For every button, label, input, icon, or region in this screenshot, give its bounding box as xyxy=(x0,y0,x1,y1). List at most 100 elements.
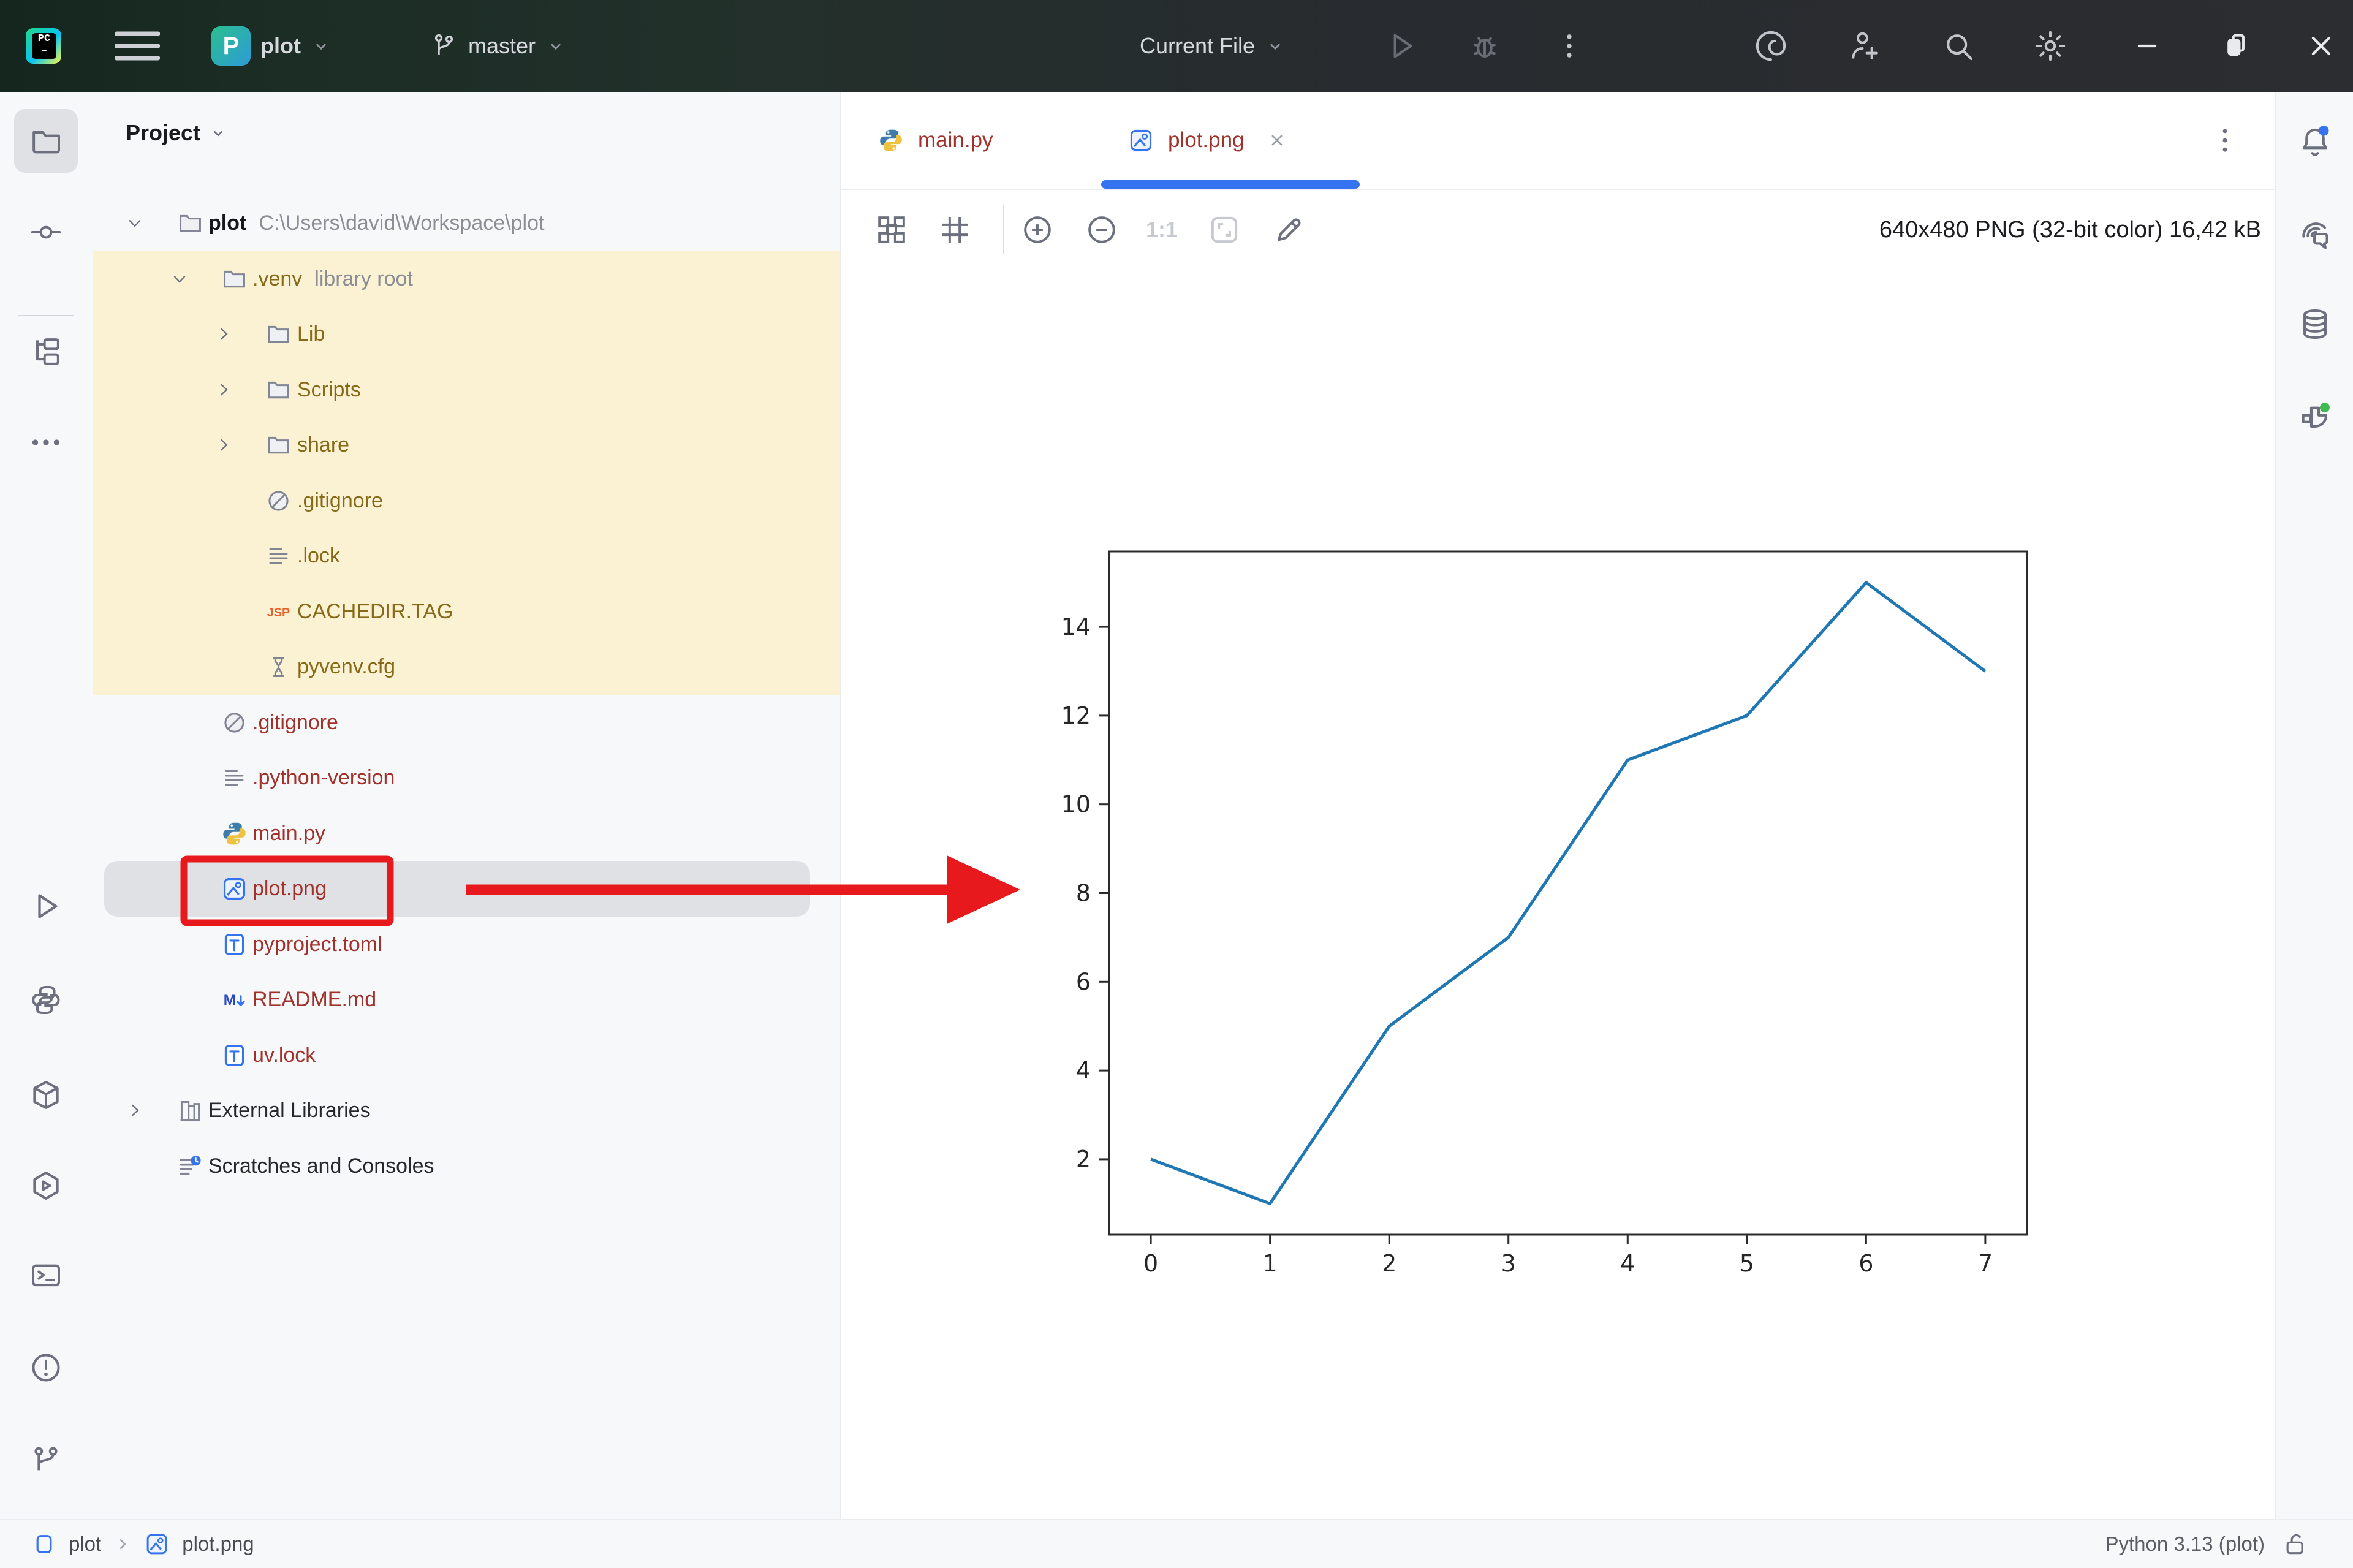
tree-item-cachedir-tag[interactable]: JSPCACHEDIR.TAG xyxy=(92,584,840,640)
tree-item-scripts[interactable]: Scripts xyxy=(92,362,840,418)
image-file-icon xyxy=(1127,127,1154,154)
plot-frame xyxy=(1109,551,2027,1235)
tool-stripe-python-console-button[interactable] xyxy=(14,968,78,1032)
tool-stripe-plugins-button[interactable] xyxy=(2283,384,2347,448)
python-file-icon xyxy=(877,127,904,154)
window-minimize-button[interactable] xyxy=(2131,0,2163,92)
window-restore-button[interactable] xyxy=(2219,0,2251,92)
main-menu-button[interactable] xyxy=(115,0,160,92)
tool-stripe-commit-button[interactable] xyxy=(14,200,78,264)
tree-item--python-version[interactable]: .python-version xyxy=(92,750,840,806)
tool-stripe-services-button[interactable] xyxy=(14,1154,78,1218)
tree-item-label: .venvlibrary root xyxy=(252,251,413,307)
python-console-icon xyxy=(29,983,63,1017)
image-info-label: 640x480 PNG (32-bit color) 16,42 kB xyxy=(1287,213,2261,247)
python-packages-icon xyxy=(29,1078,63,1112)
breadcrumb-item-file[interactable]: plot.png xyxy=(182,1532,254,1556)
vcs-widget[interactable]: master xyxy=(429,0,566,92)
project-panel-header[interactable]: Project xyxy=(126,120,227,146)
tree-item--gitignore[interactable]: .gitignore xyxy=(92,695,840,751)
window-close-button[interactable] xyxy=(2305,0,2337,92)
breadcrumb-item-project[interactable]: plot xyxy=(69,1532,101,1556)
folder-icon xyxy=(265,376,292,404)
ai-assistant-button[interactable] xyxy=(1754,0,1788,92)
tree-item--lock[interactable]: .lock xyxy=(92,528,840,584)
tree-item-label: Scratches and Consoles xyxy=(208,1138,434,1194)
project-panel-title: Project xyxy=(126,120,200,146)
tool-stripe-python-packages-button[interactable] xyxy=(14,1063,78,1127)
folder-icon xyxy=(265,431,292,459)
pycharm-logo: PC– xyxy=(26,0,61,92)
tool-stripe-terminal-button[interactable] xyxy=(14,1244,78,1308)
tree-item-label: CACHEDIR.TAG xyxy=(297,584,453,640)
breadcrumb-chevron-icon xyxy=(113,1535,132,1553)
python-file-icon xyxy=(877,127,904,154)
zoom-in-button[interactable] xyxy=(1020,213,1055,247)
run-button[interactable] xyxy=(1384,0,1418,92)
tool-stripe-more-button[interactable] xyxy=(14,411,78,474)
zoom-out-button[interactable] xyxy=(1085,213,1119,247)
chevron-down-icon xyxy=(126,214,144,232)
tab-bar-border xyxy=(841,189,2275,190)
tree-item-lib[interactable]: Lib xyxy=(92,306,840,362)
chevron-right-icon xyxy=(214,381,233,399)
left-tool-stripe xyxy=(0,92,92,1519)
editor-options-button[interactable] xyxy=(2209,92,2241,189)
fit-to-window-button[interactable] xyxy=(1207,213,1241,247)
tree-item-pyvenv-cfg[interactable]: pyvenv.cfg xyxy=(92,639,840,695)
show-transparency-grid-button[interactable] xyxy=(874,213,909,247)
image-file-icon xyxy=(144,1531,170,1557)
tool-stripe-structure-button[interactable] xyxy=(14,320,78,384)
settings-button[interactable] xyxy=(2033,0,2067,92)
close-tab-icon[interactable] xyxy=(1267,130,1287,151)
textfile-icon xyxy=(265,542,292,570)
tree-item-label: .python-version xyxy=(252,750,395,806)
jsp-icon: JSP xyxy=(265,598,292,626)
tool-stripe-ai-assistant-button[interactable] xyxy=(2283,202,2347,266)
tab-label: main.py xyxy=(918,128,993,153)
code-with-me-button[interactable] xyxy=(1847,0,1882,92)
tree-item-scratches-and-consoles[interactable]: Scratches and Consoles xyxy=(92,1138,840,1194)
tab-main-py[interactable]: main.py xyxy=(877,92,993,189)
svg-text:7: 7 xyxy=(1978,1250,1993,1277)
actual-size-button[interactable]: 1:1 xyxy=(1137,213,1186,247)
tool-stripe-problems-button[interactable] xyxy=(14,1336,78,1399)
lock-open-icon[interactable] xyxy=(2282,1531,2309,1558)
tool-stripe-version-control-button[interactable] xyxy=(14,1428,78,1492)
plot-image: 012345672468101214 xyxy=(841,270,2275,1519)
tree-item--gitignore[interactable]: .gitignore xyxy=(92,473,840,529)
tree-item-pyproject-toml[interactable]: pyproject.toml xyxy=(92,917,840,972)
tool-stripe-project-folder-button[interactable] xyxy=(14,109,78,173)
folder-icon xyxy=(265,320,292,348)
status-bar: plot plot.png Python 3.13 (plot) xyxy=(0,1519,2353,1568)
tree-item-plot[interactable]: plotC:\Users\david\Workspace\plot xyxy=(92,195,840,251)
debug-button[interactable] xyxy=(1468,0,1502,92)
git-branch-icon xyxy=(429,31,458,61)
search-everywhere-button[interactable] xyxy=(1941,0,1976,92)
show-grid-button[interactable] xyxy=(938,213,972,247)
tree-item--venv[interactable]: .venvlibrary root xyxy=(92,251,840,307)
tree-item-readme-md[interactable]: MREADME.md xyxy=(92,972,840,1028)
tool-stripe-run-button[interactable] xyxy=(14,874,78,938)
chevron-right-icon xyxy=(214,325,233,343)
tool-stripe-database-button[interactable] xyxy=(2283,292,2347,356)
tree-item-share[interactable]: share xyxy=(92,417,840,473)
svg-text:6: 6 xyxy=(1859,1250,1873,1277)
project-widget[interactable]: P plot xyxy=(211,0,332,92)
tree-item-main-py[interactable]: main.py xyxy=(92,806,840,862)
tree-item-uv-lock[interactable]: uv.lock xyxy=(92,1028,840,1083)
tool-stripe-notifications-button[interactable] xyxy=(2283,109,2347,173)
tab-plot-png[interactable]: plot.png xyxy=(1127,92,1287,189)
run-config-label: Current File xyxy=(1140,33,1255,59)
structure-icon xyxy=(29,335,63,369)
image-icon xyxy=(221,875,248,903)
database-icon xyxy=(2297,306,2333,342)
interpreter-widget[interactable]: Python 3.13 (plot) xyxy=(2105,1520,2309,1568)
active-tab-indicator xyxy=(1101,180,1360,189)
folder-icon xyxy=(176,210,204,237)
run-configuration-selector[interactable]: Current File xyxy=(1140,0,1286,92)
tree-item-plot-png[interactable]: plot.png xyxy=(92,861,840,917)
tfile-icon xyxy=(221,931,248,958)
tree-item-external-libraries[interactable]: External Libraries xyxy=(92,1083,840,1138)
more-actions-button[interactable] xyxy=(1553,0,1585,92)
